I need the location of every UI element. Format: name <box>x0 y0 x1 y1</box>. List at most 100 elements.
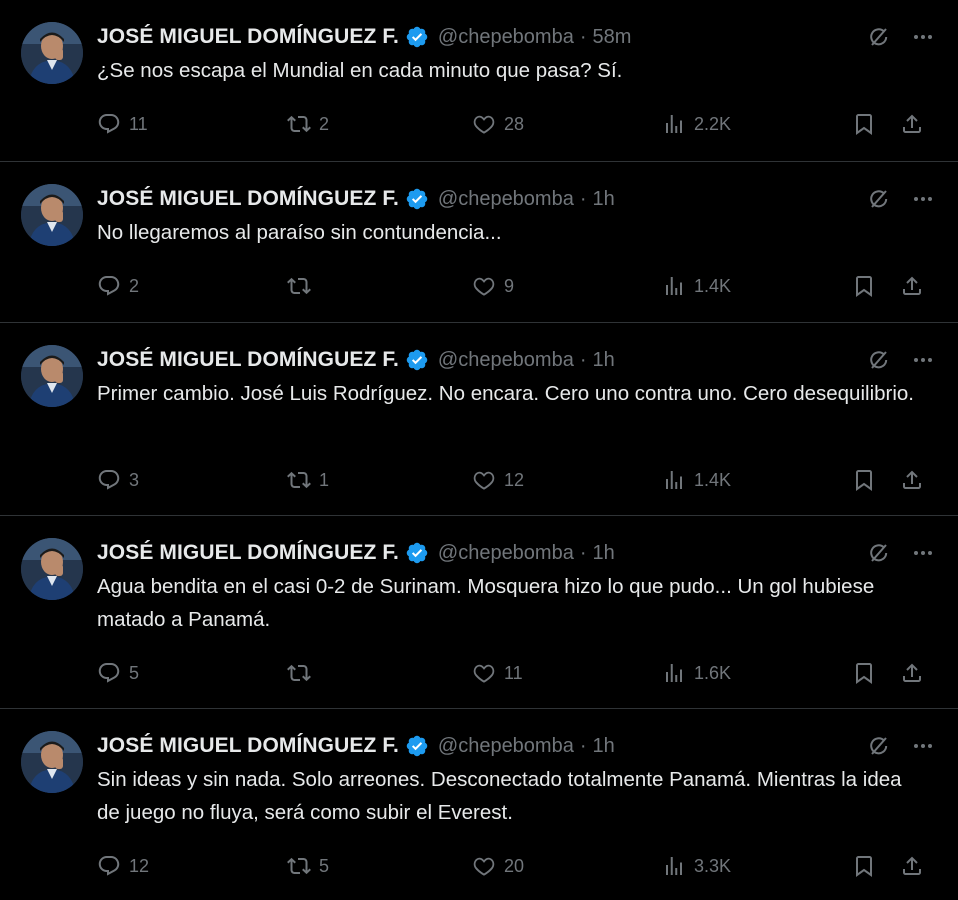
grok-icon[interactable] <box>866 186 892 212</box>
author-handle[interactable]: @chepebomba <box>438 26 574 49</box>
tweet-text: ¿Se nos escapa el Mundial en cada minuto… <box>97 59 623 82</box>
author-handle[interactable]: @chepebomba <box>438 188 574 211</box>
verified-badge-icon[interactable] <box>405 25 429 49</box>
like-button[interactable]: 20 <box>472 854 524 878</box>
tweet-time[interactable]: 1h <box>593 349 615 372</box>
tweet[interactable]: JOSÉ MIGUEL DOMÍNGUEZ F. @chepebomba · 1… <box>0 162 958 323</box>
tweet-actions: 12 5 20 3.3K <box>97 850 936 882</box>
retweet-button[interactable]: 2 <box>287 112 329 136</box>
like-count: 9 <box>504 275 515 296</box>
reply-count: 2 <box>129 275 140 296</box>
avatar[interactable] <box>21 538 83 600</box>
views-icon <box>666 664 682 682</box>
retweet-button[interactable] <box>287 274 319 298</box>
tweet[interactable]: JOSÉ MIGUEL DOMÍNGUEZ F. @chepebomba · 1… <box>0 709 958 900</box>
views-button[interactable]: 3.3K <box>662 854 731 878</box>
verified-badge-icon[interactable] <box>405 734 429 758</box>
retweet-count: 5 <box>319 855 330 876</box>
like-count: 11 <box>504 662 523 683</box>
like-count: 28 <box>504 113 525 134</box>
tweet[interactable]: JOSÉ MIGUEL DOMÍNGUEZ F. @chepebomba · 1… <box>0 323 958 516</box>
bookmark-icon <box>856 114 872 135</box>
share-button[interactable] <box>900 661 924 685</box>
more-icon[interactable] <box>910 733 936 759</box>
author-handle[interactable]: @chepebomba <box>438 542 574 565</box>
author-name[interactable]: JOSÉ MIGUEL DOMÍNGUEZ F. <box>97 187 399 211</box>
verified-badge-icon[interactable] <box>405 348 429 372</box>
tweet-actions: 3 1 12 1.4K <box>97 464 936 496</box>
tweet-time[interactable]: 1h <box>593 735 615 758</box>
bookmark-button[interactable] <box>852 661 876 685</box>
author-name[interactable]: JOSÉ MIGUEL DOMÍNGUEZ F. <box>97 25 399 49</box>
retweet-button[interactable]: 5 <box>287 854 329 878</box>
views-button[interactable]: 2.2K <box>662 112 731 136</box>
like-button[interactable]: 28 <box>472 112 524 136</box>
reply-button[interactable]: 5 <box>97 661 139 685</box>
retweet-button[interactable]: 1 <box>287 468 329 492</box>
views-button[interactable]: 1.4K <box>662 274 731 298</box>
retweet-count: 2 <box>319 113 330 134</box>
avatar[interactable] <box>21 731 83 793</box>
heart-icon <box>473 471 495 490</box>
retweet-icon <box>287 664 311 682</box>
reply-button[interactable]: 3 <box>97 468 139 492</box>
share-icon <box>903 114 921 133</box>
tweet-time[interactable]: 1h <box>593 188 615 211</box>
like-button[interactable]: 11 <box>472 661 523 685</box>
tweet[interactable]: JOSÉ MIGUEL DOMÍNGUEZ F. @chepebomba · 5… <box>0 0 958 162</box>
author-name[interactable]: JOSÉ MIGUEL DOMÍNGUEZ F. <box>97 734 399 758</box>
like-button[interactable]: 12 <box>472 468 524 492</box>
reply-icon <box>98 663 120 683</box>
author-handle[interactable]: @chepebomba <box>438 735 574 758</box>
bookmark-button[interactable] <box>852 468 876 492</box>
verified-badge-icon[interactable] <box>405 541 429 565</box>
reply-button[interactable]: 2 <box>97 274 139 298</box>
tweet-time[interactable]: 1h <box>593 542 615 565</box>
avatar[interactable] <box>21 184 83 246</box>
more-icon[interactable] <box>910 186 936 212</box>
more-icon[interactable] <box>910 540 936 566</box>
bookmark-button[interactable] <box>852 274 876 298</box>
share-icon <box>903 663 921 682</box>
retweet-button[interactable] <box>287 661 319 685</box>
share-button[interactable] <box>900 468 924 492</box>
tweet-time[interactable]: 58m <box>593 26 632 49</box>
tweet[interactable]: JOSÉ MIGUEL DOMÍNGUEZ F. @chepebomba · 1… <box>0 516 958 709</box>
views-icon <box>666 277 682 295</box>
separator-dot: · <box>579 187 587 210</box>
more-icon[interactable] <box>910 347 936 373</box>
share-button[interactable] <box>900 274 924 298</box>
avatar[interactable] <box>21 345 83 407</box>
reply-button[interactable]: 12 <box>97 854 149 878</box>
avatar[interactable] <box>21 22 83 84</box>
retweet-icon <box>287 115 311 133</box>
author-handle[interactable]: @chepebomba <box>438 349 574 372</box>
reply-button[interactable]: 11 <box>97 112 148 136</box>
grok-icon[interactable] <box>866 24 892 50</box>
tweet-header: JOSÉ MIGUEL DOMÍNGUEZ F. @chepebomba · 1… <box>97 343 936 377</box>
share-icon <box>903 856 921 875</box>
tweet-text: Primer cambio. José Luis Rodríguez. No e… <box>97 382 914 405</box>
verified-badge-icon[interactable] <box>405 187 429 211</box>
views-button[interactable]: 1.4K <box>662 468 731 492</box>
like-count: 20 <box>504 855 525 876</box>
grok-icon[interactable] <box>866 733 892 759</box>
bookmark-button[interactable] <box>852 112 876 136</box>
reply-count: 11 <box>129 113 148 134</box>
separator-dot: · <box>579 541 587 564</box>
grok-icon[interactable] <box>866 540 892 566</box>
share-button[interactable] <box>900 112 924 136</box>
retweet-count: 1 <box>319 469 330 490</box>
bookmark-icon <box>856 856 872 877</box>
more-icon[interactable] <box>910 24 936 50</box>
share-button[interactable] <box>900 854 924 878</box>
tweet-text: Sin ideas y sin nada. Solo arreones. Des… <box>97 768 902 824</box>
bookmark-button[interactable] <box>852 854 876 878</box>
grok-icon[interactable] <box>866 347 892 373</box>
tweet-feed: JOSÉ MIGUEL DOMÍNGUEZ F. @chepebomba · 5… <box>0 0 958 900</box>
like-button[interactable]: 9 <box>472 274 514 298</box>
author-name[interactable]: JOSÉ MIGUEL DOMÍNGUEZ F. <box>97 348 399 372</box>
tweet-header: JOSÉ MIGUEL DOMÍNGUEZ F. @chepebomba · 5… <box>97 20 936 54</box>
views-button[interactable]: 1.6K <box>662 661 731 685</box>
author-name[interactable]: JOSÉ MIGUEL DOMÍNGUEZ F. <box>97 541 399 565</box>
